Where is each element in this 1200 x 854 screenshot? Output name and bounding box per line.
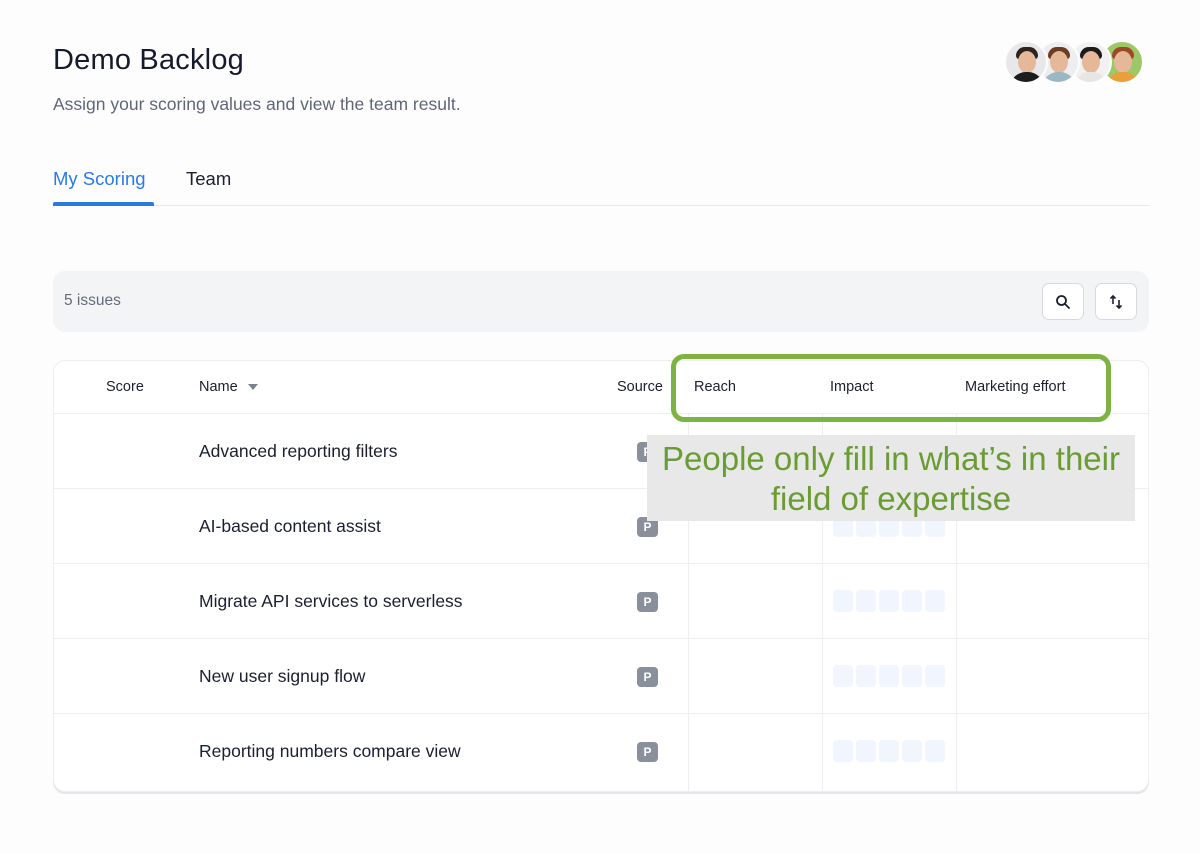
impact-score-pip[interactable] (833, 665, 853, 687)
impact-score-pip[interactable] (902, 665, 922, 687)
annotation-callout: People only fill in what’s in their fiel… (647, 435, 1135, 521)
issue-name[interactable]: AI-based content assist (199, 516, 381, 537)
impact-score-selector[interactable] (833, 665, 945, 687)
issue-name[interactable]: New user signup flow (199, 666, 365, 687)
column-header-source[interactable]: Source (617, 379, 663, 395)
reach-cell[interactable] (689, 564, 822, 639)
impact-score-pip[interactable] (833, 590, 853, 612)
avatar-face (1114, 51, 1132, 73)
impact-score-pip[interactable] (925, 590, 945, 612)
column-header-score[interactable]: Score (106, 379, 144, 395)
issue-name[interactable]: Advanced reporting filters (199, 441, 397, 462)
avatar-face (1082, 51, 1100, 73)
tab-bar: My Scoring Team (53, 164, 1149, 206)
column-header-name[interactable]: Name (199, 379, 258, 395)
impact-score-pip[interactable] (856, 740, 876, 762)
issue-name[interactable]: Reporting numbers compare view (199, 741, 461, 762)
impact-score-pip[interactable] (833, 740, 853, 762)
issues-toolbar: 5 issues (53, 271, 1149, 332)
column-header-name-label: Name (199, 379, 238, 395)
avatar-face (1050, 51, 1068, 73)
marketing-effort-cell[interactable] (957, 564, 1148, 639)
table-row[interactable]: New user signup flow P (54, 639, 1148, 714)
sort-button[interactable] (1095, 283, 1137, 320)
marketing-effort-cell[interactable] (957, 639, 1148, 714)
reach-cell[interactable] (689, 639, 822, 714)
avatar-shoulders (1074, 72, 1108, 82)
issue-count: 5 issues (64, 292, 121, 309)
impact-score-pip[interactable] (879, 740, 899, 762)
avatar[interactable] (1004, 40, 1048, 84)
column-header-reach[interactable]: Reach (694, 379, 736, 395)
column-header-marketing-effort[interactable]: Marketing effort (965, 379, 1065, 395)
sort-arrows-icon (1109, 294, 1123, 309)
page-subtitle: Assign your scoring values and view the … (53, 94, 461, 114)
table-row[interactable]: Migrate API services to serverless P (54, 564, 1148, 639)
source-badge: P (637, 592, 658, 612)
issues-table: Score Name Source Reach Impact Marketing… (53, 360, 1149, 792)
search-button[interactable] (1042, 283, 1084, 320)
avatar-shoulders (1010, 72, 1044, 82)
impact-score-pip[interactable] (925, 665, 945, 687)
marketing-effort-cell[interactable] (957, 714, 1148, 789)
team-avatars[interactable] (1004, 40, 1144, 84)
impact-score-pip[interactable] (856, 665, 876, 687)
impact-score-selector[interactable] (833, 590, 945, 612)
avatar-shoulders (1042, 72, 1076, 82)
sort-desc-icon (247, 384, 258, 391)
avatar-face (1018, 51, 1036, 73)
impact-score-pip[interactable] (925, 740, 945, 762)
active-tab-indicator (53, 202, 154, 206)
column-header-impact[interactable]: Impact (830, 379, 874, 395)
impact-score-pip[interactable] (902, 590, 922, 612)
impact-score-selector[interactable] (833, 740, 945, 762)
reach-cell[interactable] (689, 714, 822, 789)
tab-my-scoring[interactable]: My Scoring (53, 168, 146, 190)
impact-score-pip[interactable] (902, 740, 922, 762)
search-icon (1056, 294, 1070, 309)
table-row[interactable]: Reporting numbers compare view P (54, 714, 1148, 789)
tab-team[interactable]: Team (186, 168, 231, 190)
impact-score-pip[interactable] (879, 665, 899, 687)
impact-score-pip[interactable] (879, 590, 899, 612)
impact-score-pip[interactable] (856, 590, 876, 612)
table-header: Score Name Source Reach Impact Marketing… (54, 361, 1148, 414)
avatar-shoulders (1106, 72, 1140, 82)
page-title: Demo Backlog (53, 44, 244, 76)
issue-name[interactable]: Migrate API services to serverless (199, 591, 463, 612)
source-badge: P (637, 742, 658, 762)
source-badge: P (637, 667, 658, 687)
